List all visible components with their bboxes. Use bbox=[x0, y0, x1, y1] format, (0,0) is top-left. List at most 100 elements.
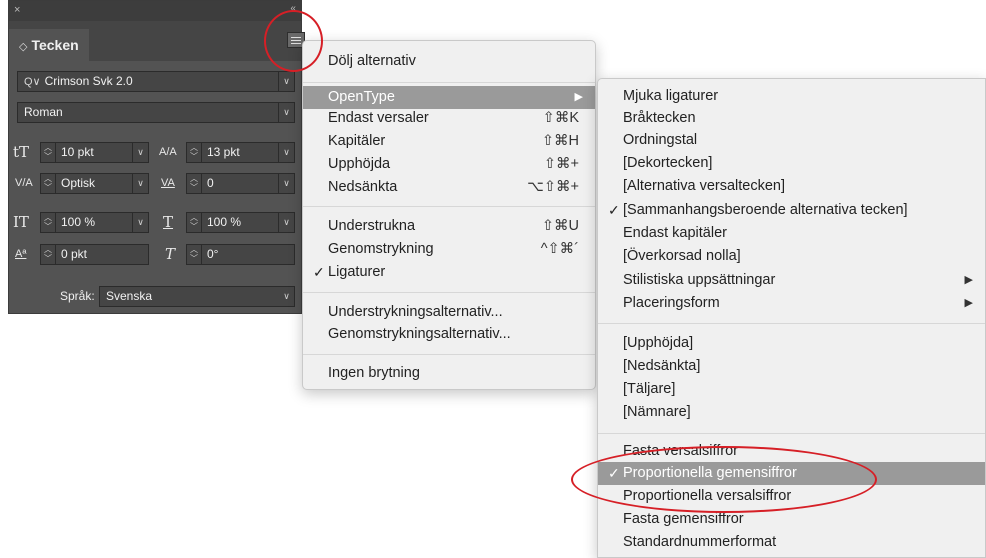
kerning-field[interactable]: ︿ ﹀ Optisk ∨ bbox=[40, 173, 149, 194]
chevron-down-icon[interactable]: ∨ bbox=[278, 213, 294, 232]
chevron-down-icon[interactable]: ∨ bbox=[278, 174, 294, 193]
menu-item-upphojda-ot[interactable]: [Upphöjda] bbox=[598, 332, 985, 355]
tab-label: Tecken bbox=[31, 37, 79, 53]
menu-item-ordningstal[interactable]: Ordningstal bbox=[598, 129, 985, 152]
menu-item-ingen-brytning[interactable]: Ingen brytning bbox=[303, 362, 595, 385]
stepper-icon[interactable]: ︿ ﹀ bbox=[41, 213, 56, 232]
font-style-value: Roman bbox=[24, 105, 63, 119]
vertical-scale-value: 100 % bbox=[61, 215, 96, 229]
menu-separator bbox=[303, 292, 595, 293]
menu-item-dolj-alternativ[interactable]: Dölj alternativ bbox=[303, 50, 595, 73]
leading-value: 13 pkt bbox=[207, 145, 240, 159]
menu-separator bbox=[598, 323, 985, 324]
submenu-arrow-icon: ▶ bbox=[964, 297, 973, 309]
menu-separator bbox=[303, 354, 595, 355]
shortcut: ⇧⌘K bbox=[542, 110, 579, 126]
menu-item-fasta-gemensiffror[interactable]: Fasta gemensiffror bbox=[598, 508, 985, 531]
menu-item-stilistiska-uppsattningar[interactable]: Stilistiska uppsättningar ▶ bbox=[598, 269, 985, 292]
menu-item-dekortecken[interactable]: [Dekortecken] bbox=[598, 152, 985, 175]
panel-titlebar: × ‹‹ bbox=[9, 1, 301, 21]
shortcut: ^⇧⌘´ bbox=[540, 241, 579, 257]
annotation-circle-highlight bbox=[571, 446, 877, 513]
panel-tabstrip: ◇ Tecken bbox=[9, 21, 301, 61]
font-size-icon: tT bbox=[13, 143, 30, 161]
menu-item-taljare[interactable]: [Täljare] bbox=[598, 378, 985, 401]
horizontal-scale-value: 100 % bbox=[207, 215, 242, 229]
stepper-icon[interactable]: ︿ ﹀ bbox=[41, 245, 56, 264]
chevron-down-icon[interactable]: ∨ bbox=[278, 72, 294, 91]
horizontal-scale-field[interactable]: ︿ ﹀ 100 % ∨ bbox=[186, 212, 295, 233]
shortcut: ⇧⌘U bbox=[541, 218, 579, 234]
kerning-value: Optisk bbox=[61, 176, 96, 190]
menu-separator bbox=[303, 206, 595, 207]
tracking-value: 0 bbox=[207, 176, 214, 190]
menu-item-endast-kapitaler[interactable]: Endast kapitäler bbox=[598, 222, 985, 245]
tab-tecken[interactable]: ◇ Tecken bbox=[9, 29, 89, 61]
menu-item-understrykningsalternativ[interactable]: Understrykningsalternativ... bbox=[303, 301, 595, 324]
chevron-down-icon[interactable]: ∨ bbox=[278, 103, 294, 122]
vertical-scale-icon: IT bbox=[13, 213, 29, 231]
menu-item-genomstrykningsalternativ[interactable]: Genomstrykningsalternativ... bbox=[303, 323, 595, 346]
leading-icon: A/A bbox=[159, 146, 177, 158]
menu-item-mjuka-ligaturer[interactable]: Mjuka ligaturer bbox=[598, 85, 985, 108]
leading-field[interactable]: ︿ ﹀ 13 pkt ∨ bbox=[186, 142, 295, 163]
menu-item-nedsankta[interactable]: Nedsänkta ⌥⇧⌘+ bbox=[303, 176, 595, 199]
font-family-value: Crimson Svk 2.0 bbox=[44, 74, 133, 88]
close-icon[interactable]: × bbox=[14, 4, 20, 16]
chevron-down-icon[interactable]: ∨ bbox=[132, 143, 148, 162]
menu-separator bbox=[598, 433, 985, 434]
submenu-arrow-icon: ▶ bbox=[964, 274, 973, 286]
tab-arrows-icon: ◇ bbox=[19, 41, 28, 53]
font-style-field[interactable]: Roman ∨ bbox=[17, 102, 295, 123]
menu-separator bbox=[303, 82, 595, 83]
baseline-shift-field[interactable]: ︿ ﹀ 0 pkt bbox=[40, 244, 149, 265]
kerning-icon: V/A bbox=[15, 177, 33, 189]
menu-item-nedsankta-ot[interactable]: [Nedsänkta] bbox=[598, 355, 985, 378]
menu-item-braktecken[interactable]: Bråktecken bbox=[598, 107, 985, 130]
stepper-icon[interactable]: ︿ ﹀ bbox=[187, 174, 202, 193]
horizontal-scale-icon: T bbox=[163, 213, 174, 231]
annotation-circle-menu-button bbox=[264, 10, 323, 72]
menu-item-understrukna[interactable]: Understrukna ⇧⌘U bbox=[303, 215, 595, 238]
language-select[interactable]: Svenska ∨ bbox=[99, 286, 295, 307]
baseline-shift-icon: Aª bbox=[15, 248, 27, 260]
menu-item-sammanhangsberoende[interactable]: ✓ [Sammanhangsberoende alternativa tecke… bbox=[598, 199, 985, 222]
stepper-icon[interactable]: ︿ ﹀ bbox=[187, 213, 202, 232]
menu-item-ligaturer[interactable]: ✓ Ligaturer bbox=[303, 261, 595, 284]
menu-item-kapitaler[interactable]: Kapitäler ⇧⌘H bbox=[303, 130, 595, 153]
panel-flyout-menu: Dölj alternativ OpenType ▶ Endast versal… bbox=[302, 40, 596, 390]
font-family-field[interactable]: Q∨ Crimson Svk 2.0 ∨ bbox=[17, 71, 295, 92]
menu-item-opentype[interactable]: OpenType ▶ bbox=[303, 86, 595, 109]
font-size-value: 10 pkt bbox=[61, 145, 94, 159]
skew-field[interactable]: ︿ ﹀ 0° bbox=[186, 244, 295, 265]
shortcut: ⇧⌘+ bbox=[543, 156, 579, 172]
vertical-scale-field[interactable]: ︿ ﹀ 100 % ∨ bbox=[40, 212, 149, 233]
tracking-field[interactable]: ︿ ﹀ 0 ∨ bbox=[186, 173, 295, 194]
stepper-icon[interactable]: ︿ ﹀ bbox=[41, 174, 56, 193]
chevron-down-icon[interactable]: ∨ bbox=[278, 143, 294, 162]
chevron-down-icon[interactable]: ∨ bbox=[132, 213, 148, 232]
submenu-arrow-icon: ▶ bbox=[574, 91, 583, 103]
stepper-icon[interactable]: ︿ ﹀ bbox=[187, 143, 202, 162]
menu-item-standardnummerformat[interactable]: Standardnummerformat bbox=[598, 531, 985, 554]
character-panel: × ‹‹ ◇ Tecken Q∨ Crimson Svk 2.0 ∨ Roman ∨… bbox=[8, 0, 305, 314]
font-size-field[interactable]: ︿ ﹀ 10 pkt ∨ bbox=[40, 142, 149, 163]
language-value: Svenska bbox=[106, 289, 153, 303]
menu-item-endast-versaler[interactable]: Endast versaler ⇧⌘K bbox=[303, 107, 595, 130]
checkmark-icon: ✓ bbox=[313, 264, 325, 280]
menu-item-alternativa-versaltecken[interactable]: [Alternativa versaltecken] bbox=[598, 175, 985, 198]
menu-item-placeringsform[interactable]: Placeringsform ▶ bbox=[598, 292, 985, 315]
skew-value: 0° bbox=[207, 247, 219, 261]
shortcut: ⇧⌘H bbox=[541, 133, 579, 149]
menu-item-upphojda[interactable]: Upphöjda ⇧⌘+ bbox=[303, 153, 595, 176]
stepper-icon[interactable]: ︿ ﹀ bbox=[41, 143, 56, 162]
search-icon: Q∨ bbox=[24, 76, 41, 88]
baseline-shift-value: 0 pkt bbox=[61, 247, 88, 261]
menu-item-overkorsad-nolla[interactable]: [Överkorsad nolla] bbox=[598, 245, 985, 268]
stepper-icon[interactable]: ︿ ﹀ bbox=[187, 245, 202, 264]
language-label: Språk: bbox=[60, 289, 95, 303]
menu-item-genomstrykning[interactable]: Genomstrykning ^⇧⌘´ bbox=[303, 238, 595, 261]
chevron-down-icon[interactable]: ∨ bbox=[279, 287, 294, 306]
chevron-down-icon[interactable]: ∨ bbox=[132, 174, 148, 193]
menu-item-namnare[interactable]: [Nämnare] bbox=[598, 401, 985, 424]
